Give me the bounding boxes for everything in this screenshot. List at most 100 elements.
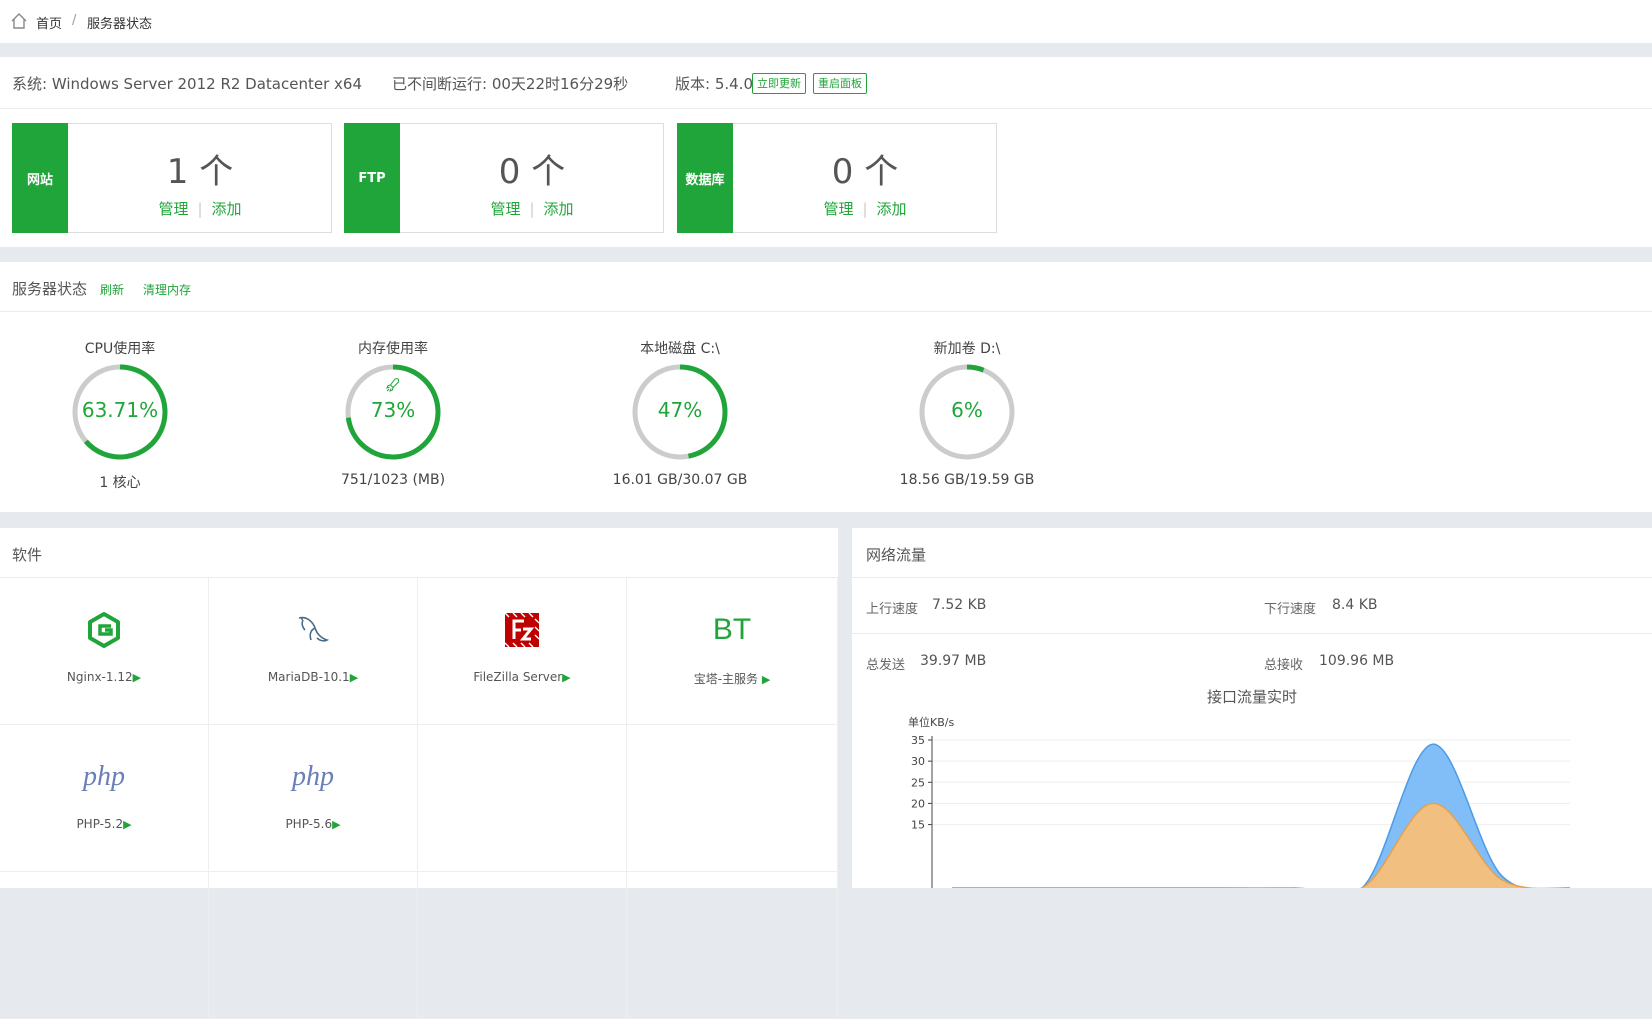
chart-tick-label: 30 xyxy=(911,755,925,768)
update-now-button[interactable]: 立即更新 xyxy=(752,73,806,94)
software-item-mariadb[interactable]: MariaDB-10.1▶ xyxy=(209,578,418,725)
breadcrumb: 首页 / 服务器状态 xyxy=(0,0,1652,44)
total-sent-label: 总发送 xyxy=(866,658,906,673)
ftp-add-link[interactable]: 添加 xyxy=(544,200,574,218)
rocket-icon[interactable] xyxy=(384,376,402,394)
ftp-manage-link[interactable]: 管理 xyxy=(490,200,520,218)
software-empty-cell xyxy=(0,872,209,1019)
ftp-count-label: FTP xyxy=(344,123,400,233)
software-empty-cell xyxy=(418,725,627,872)
network-section: 网络流量 上行速度 7.52 KB 下行速度 8.4 KB 总发送 39.97 … xyxy=(852,528,1652,888)
gauge-percent: 47% xyxy=(657,398,703,422)
software-empty-cell xyxy=(209,872,418,1019)
software-item-php52[interactable]: php PHP-5.2▶ xyxy=(0,725,209,872)
software-item-bt[interactable]: BT 宝塔-主服务 ▶ xyxy=(627,578,838,725)
filezilla-icon xyxy=(504,612,540,648)
ftp-count-box: FTP 0 个 管理 | 添加 xyxy=(344,123,664,233)
download-speed-value: 8.4 KB xyxy=(1332,597,1378,613)
site-manage-link[interactable]: 管理 xyxy=(158,200,188,218)
gauge-percent: 73% xyxy=(370,398,416,422)
gauge-label: 内存使用率 xyxy=(358,341,428,357)
panel-version: 版本: 5.4.0 xyxy=(675,75,753,93)
network-title: 网络流量 xyxy=(866,546,927,564)
chart-title: 接口流量实时 xyxy=(1207,688,1297,706)
gauge-label: CPU使用率 xyxy=(84,341,156,357)
disk-d-gauge: 新加卷 D:\ 6% 18.56 GB/19.59 GB xyxy=(867,338,1067,488)
chart-tick-label: 20 xyxy=(911,797,925,810)
software-name: PHP-5.6 xyxy=(285,817,333,831)
play-icon[interactable]: ▶ xyxy=(562,671,570,684)
software-item-filezilla[interactable]: FileZilla Server▶ xyxy=(418,578,627,725)
software-item-php56[interactable]: php PHP-5.6▶ xyxy=(209,725,418,872)
gauge-detail: 16.01 GB/30.07 GB xyxy=(612,472,748,488)
link-separator: | xyxy=(197,200,203,218)
restart-panel-button[interactable]: 重启面板 xyxy=(813,73,867,94)
php-icon: php xyxy=(292,761,334,792)
cpu-gauge: CPU使用率 63.71% 1 核心 xyxy=(20,338,220,492)
database-count-value: 0 个 xyxy=(831,152,899,192)
network-traffic-chart: 接口流量实时单位KB/s 35 30 25 20 15 xyxy=(908,688,1571,888)
total-received-label: 总接收 xyxy=(1264,658,1304,673)
gauge-percent: 6% xyxy=(951,398,983,422)
refresh-link[interactable]: 刷新 xyxy=(100,281,124,298)
software-name: Nginx-1.12 xyxy=(66,670,133,684)
link-separator: | xyxy=(529,200,535,218)
chart-ylabel: 单位KB/s xyxy=(908,715,954,729)
site-count-label: 网站 xyxy=(12,123,68,233)
bt-icon: BT xyxy=(712,613,752,646)
gauge-percent: 63.71% xyxy=(81,398,159,422)
system-os: 系统: Windows Server 2012 R2 Datacenter x6… xyxy=(12,75,362,93)
software-empty-cell xyxy=(418,872,627,1019)
disk-c-gauge: 本地磁盘 C:\ 47% 16.01 GB/30.07 GB xyxy=(580,338,780,488)
play-icon[interactable]: ▶ xyxy=(123,818,131,831)
breadcrumb-home-link[interactable]: 首页 xyxy=(36,13,62,32)
play-icon[interactable]: ▶ xyxy=(762,673,770,686)
network-total-row: 总发送 39.97 MB 总接收 109.96 MB xyxy=(852,634,1652,690)
software-empty-cell xyxy=(627,872,838,1019)
link-separator: | xyxy=(862,200,868,218)
database-manage-link[interactable]: 管理 xyxy=(823,200,853,218)
ftp-count-value: 0 个 xyxy=(498,152,566,192)
play-icon[interactable]: ▶ xyxy=(332,818,340,831)
database-count-label: 数据库 xyxy=(677,123,733,233)
gauge-arc xyxy=(966,364,985,373)
home-icon[interactable] xyxy=(10,12,28,30)
nginx-icon xyxy=(88,612,120,648)
software-name: FileZilla Server xyxy=(473,670,563,684)
gauge-label: 新加卷 D:\ xyxy=(933,341,1001,357)
network-speed-row: 上行速度 7.52 KB 下行速度 8.4 KB xyxy=(852,578,1652,634)
site-count-box: 网站 1 个 管理 | 添加 xyxy=(12,123,332,233)
server-status-title: 服务器状态 xyxy=(12,280,88,298)
software-section: 软件 Nginx-1.12▶ MariaDB-10.1▶ FileZilla S… xyxy=(0,528,838,1019)
play-icon[interactable]: ▶ xyxy=(133,671,141,684)
database-add-link[interactable]: 添加 xyxy=(877,200,907,218)
system-info-bar: 系统: Windows Server 2012 R2 Datacenter x6… xyxy=(0,57,1652,109)
total-sent-value: 39.97 MB xyxy=(920,653,987,669)
count-section: 网站 1 个 管理 | 添加 FTP 0 个 管理 | 添加 数据库 0 个 管理 | 添加 xyxy=(0,109,1652,247)
site-count-value: 1 个 xyxy=(166,152,234,192)
breadcrumb-current: 服务器状态 xyxy=(87,17,153,32)
chart-tick-label: 35 xyxy=(911,734,925,747)
database-count-box: 数据库 0 个 管理 | 添加 xyxy=(677,123,997,233)
software-name: MariaDB-10.1 xyxy=(267,670,350,684)
software-title: 软件 xyxy=(12,546,43,564)
play-icon[interactable]: ▶ xyxy=(350,671,358,684)
software-empty-cell xyxy=(627,725,838,872)
software-name: PHP-5.2 xyxy=(76,817,124,831)
chart-tick-label: 15 xyxy=(911,819,925,832)
chart-tick-label: 25 xyxy=(911,776,925,789)
php-icon: php xyxy=(83,761,125,792)
clean-memory-link[interactable]: 清理内存 xyxy=(143,281,191,298)
total-received-value: 109.96 MB xyxy=(1319,653,1395,669)
breadcrumb-separator: / xyxy=(72,13,77,28)
gauge-detail: 1 核心 xyxy=(99,475,141,491)
software-item-nginx[interactable]: Nginx-1.12▶ xyxy=(0,578,209,725)
site-add-link[interactable]: 添加 xyxy=(212,200,242,218)
mariadb-icon xyxy=(298,616,330,642)
system-uptime: 已不间断运行: 00天22时16分29秒 xyxy=(392,75,629,93)
gauge-detail: 18.56 GB/19.59 GB xyxy=(899,472,1035,488)
upload-speed-label: 上行速度 xyxy=(866,602,919,617)
server-status-section: 服务器状态 刷新 清理内存 CPU使用率 63.71% 1 核心 内存使用率 7… xyxy=(0,262,1652,512)
memory-gauge[interactable]: 内存使用率 73% 751/1023 (MB) xyxy=(293,338,493,488)
upload-speed-value: 7.52 KB xyxy=(932,597,987,613)
